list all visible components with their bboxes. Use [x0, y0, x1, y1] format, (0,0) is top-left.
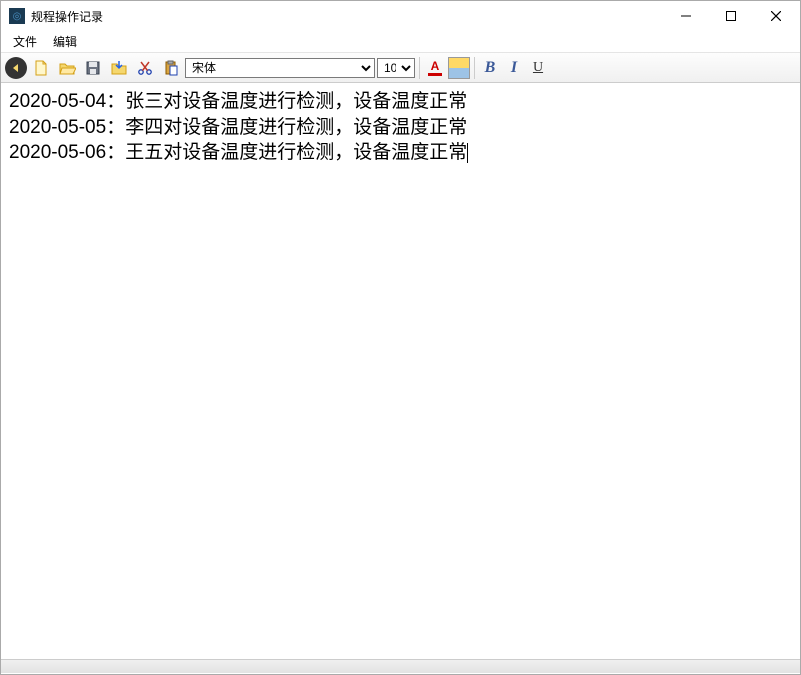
maximize-button[interactable] [708, 2, 753, 30]
save-as-button[interactable] [107, 56, 131, 80]
font-color-swatch [428, 73, 442, 76]
undo-button[interactable] [5, 57, 27, 79]
text-editor[interactable]: 2020-05-04：张三对设备温度进行检测，设备温度正常 2020-05-05… [1, 83, 800, 659]
highlight-color-button[interactable] [448, 57, 470, 79]
separator [419, 57, 420, 79]
bold-button[interactable]: B [479, 57, 501, 79]
open-file-button[interactable] [55, 56, 79, 80]
font-color-label: A [431, 59, 440, 73]
font-size-select[interactable]: 10 [377, 58, 415, 78]
text-cursor [467, 143, 468, 163]
separator [474, 57, 475, 79]
statusbar [1, 659, 800, 673]
editor-line: 2020-05-06：王五对设备温度进行检测，设备温度正常 [9, 140, 792, 166]
new-file-button[interactable] [29, 56, 53, 80]
font-color-button[interactable]: A [424, 57, 446, 79]
toolbar: 宋体 10 A B I U [1, 53, 800, 83]
close-button[interactable] [753, 2, 798, 30]
italic-button[interactable]: I [503, 57, 525, 79]
titlebar: ◎ 规程操作记录 [1, 1, 800, 31]
app-icon: ◎ [9, 8, 25, 24]
font-family-select[interactable]: 宋体 [185, 58, 375, 78]
menubar: 文件 编辑 [1, 31, 800, 53]
cut-button[interactable] [133, 56, 157, 80]
menu-edit[interactable]: 编辑 [45, 31, 85, 52]
underline-button[interactable]: U [527, 57, 549, 79]
window-controls [663, 2, 798, 30]
paste-button[interactable] [159, 56, 183, 80]
window-title: 规程操作记录 [31, 8, 663, 25]
editor-line: 2020-05-04：张三对设备温度进行检测，设备温度正常 [9, 89, 792, 115]
editor-line: 2020-05-05：李四对设备温度进行检测，设备温度正常 [9, 115, 792, 141]
minimize-button[interactable] [663, 2, 708, 30]
menu-file[interactable]: 文件 [5, 31, 45, 52]
save-button[interactable] [81, 56, 105, 80]
